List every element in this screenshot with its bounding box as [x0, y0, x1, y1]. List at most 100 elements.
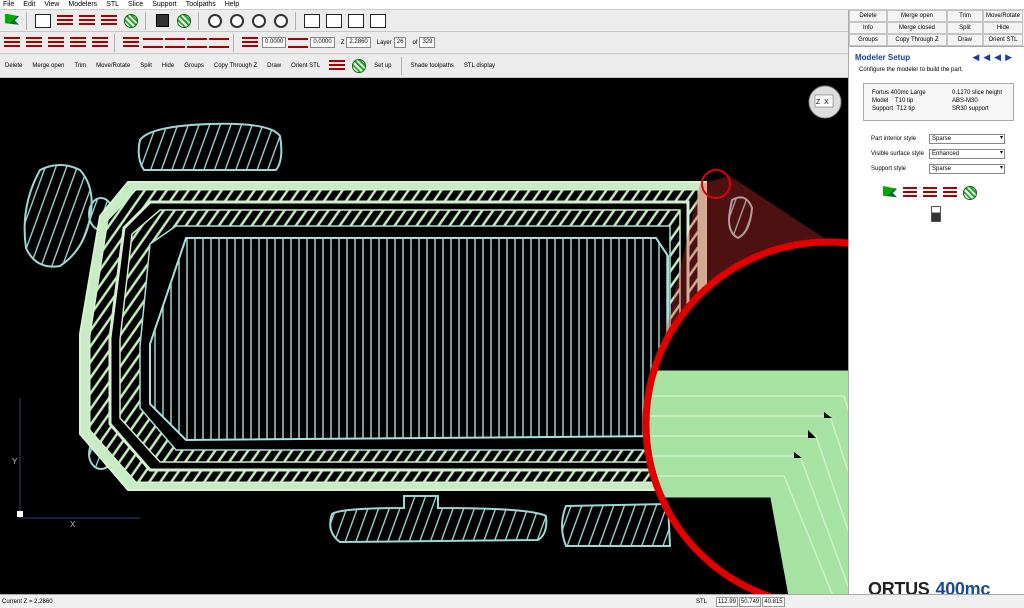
clear-button[interactable]: [327, 57, 347, 75]
menu-edit[interactable]: Edit: [23, 1, 35, 8]
copy-through-z-button[interactable]: Copy Through Z: [214, 63, 257, 69]
toolbar-separator: [198, 11, 199, 30]
first-page-icon[interactable]: ◀◀: [972, 52, 994, 62]
slice-button[interactable]: [55, 12, 75, 30]
z-field[interactable]: 2.2860: [346, 37, 371, 48]
cmd-groups[interactable]: Groups: [849, 34, 887, 46]
line-style-icon: [165, 37, 185, 48]
sparse-fill-button[interactable]: [121, 12, 141, 30]
view-side-button[interactable]: [346, 12, 366, 30]
layer-step-button[interactable]: [90, 34, 110, 52]
flag-icon[interactable]: [883, 186, 897, 200]
start-flag-button[interactable]: [2, 12, 22, 30]
setup-icon: [352, 58, 367, 73]
line-style-2-button[interactable]: [165, 34, 185, 52]
part-interior-style-select[interactable]: Sparse: [929, 133, 1005, 144]
split-button[interactable]: Split: [140, 63, 152, 69]
hide-button[interactable]: Hide: [162, 63, 174, 69]
support-style-select[interactable]: Sparse: [929, 163, 1005, 174]
toolpath-icon[interactable]: [943, 187, 957, 199]
save-toolpath-button[interactable]: [174, 12, 194, 30]
view-front-button[interactable]: [302, 12, 322, 30]
layer-up-button[interactable]: [2, 34, 22, 52]
view-top-icon: [326, 13, 342, 28]
cmd-split[interactable]: Split: [947, 22, 983, 34]
offset-x-field[interactable]: 0.0000: [262, 37, 287, 48]
menu-stl[interactable]: STL: [106, 1, 119, 8]
toolpath-button[interactable]: [99, 12, 119, 30]
menu-file[interactable]: File: [3, 1, 14, 8]
model-label: Model: [872, 98, 889, 104]
cmd-copy-through-z[interactable]: Copy Through Z: [887, 34, 947, 46]
next-page-icon[interactable]: ▶: [1005, 52, 1016, 62]
cmd-draw[interactable]: Draw: [947, 34, 983, 46]
coord-y: 50.749: [738, 596, 762, 607]
cmd-merge-open[interactable]: Merge open: [887, 10, 947, 22]
support-icon[interactable]: [923, 187, 937, 199]
stl-pencil-button[interactable]: [33, 12, 53, 30]
menu-modelers[interactable]: Modelers: [68, 1, 97, 8]
groups-button[interactable]: Groups: [184, 63, 204, 69]
cmd-trim[interactable]: Trim: [947, 10, 983, 22]
prev-page-icon[interactable]: ◀: [994, 52, 1005, 62]
support-region: [561, 502, 672, 547]
model-row: Model T10 tip: [872, 98, 952, 106]
graphics-viewport[interactable]: Y X Z X: [0, 78, 848, 594]
slice-icon[interactable]: [903, 187, 917, 199]
support-button[interactable]: [77, 12, 97, 30]
current-z-status: Current Z = 2.2860: [2, 598, 53, 605]
line-style-1-button[interactable]: [143, 34, 163, 52]
zoom-in-icon: [208, 13, 222, 28]
slice-icon: [57, 14, 73, 27]
layer-bottom-icon: [70, 36, 86, 49]
layer-step-icon: [92, 36, 108, 49]
menu-view[interactable]: View: [44, 1, 59, 8]
toolbar-separator: [26, 11, 27, 30]
menu-help[interactable]: Help: [225, 1, 239, 8]
build-icon[interactable]: [931, 206, 941, 222]
menu-slice[interactable]: Slice: [128, 1, 143, 8]
support-region: [329, 495, 548, 544]
visible-surface-style-select[interactable]: Enhanced: [929, 148, 1005, 159]
cmd-delete[interactable]: Delete: [849, 10, 887, 22]
cmd-merge-closed[interactable]: Merge closed: [887, 22, 947, 34]
zoom-out-button[interactable]: [249, 12, 269, 30]
menu-toolpaths[interactable]: Toolpaths: [186, 1, 216, 8]
setup-button[interactable]: [349, 57, 369, 75]
move-rotate-button[interactable]: Move/Rotate: [96, 63, 130, 69]
offset-y-field[interactable]: 0.0000: [310, 37, 335, 48]
stl-display-button[interactable]: STL display: [464, 63, 495, 69]
all-layers-button[interactable]: [121, 34, 141, 52]
draw-button[interactable]: Draw: [267, 63, 281, 69]
sparse-fill-icon[interactable]: [963, 186, 977, 200]
menu-support[interactable]: Support: [152, 1, 177, 8]
delete-button[interactable]: Delete: [5, 63, 22, 69]
command-grid: Delete Merge open Trim Move/Rotate Info …: [849, 10, 1024, 47]
cmd-hide[interactable]: Hide: [983, 22, 1023, 34]
cmd-move-rotate[interactable]: Move/Rotate: [983, 10, 1023, 22]
cmd-orient-stl[interactable]: Orient STL: [983, 34, 1023, 46]
line-style-3-button[interactable]: [187, 34, 207, 52]
pan-button[interactable]: [271, 12, 291, 30]
support-region: [23, 164, 93, 268]
line-style-4-button[interactable]: [209, 34, 229, 52]
layer-bottom-button[interactable]: [68, 34, 88, 52]
zoom-in-button[interactable]: [205, 12, 225, 30]
save-button[interactable]: [152, 12, 172, 30]
cmd-info[interactable]: Info: [849, 22, 887, 34]
offset-y-button[interactable]: [288, 34, 309, 52]
visible-surface-style-label: Visible surface style: [871, 150, 924, 157]
setup-label[interactable]: Set up: [374, 63, 391, 69]
view-iso-button[interactable]: [368, 12, 388, 30]
shade-toolpaths-button[interactable]: Shade toolpaths: [411, 63, 454, 69]
zoom-fit-button[interactable]: [227, 12, 247, 30]
layer-field[interactable]: 26: [393, 37, 407, 48]
process-icons: [849, 186, 1024, 200]
layer-down-button[interactable]: [24, 34, 44, 52]
orient-stl-button[interactable]: Orient STL: [291, 63, 320, 69]
view-top-button[interactable]: [324, 12, 344, 30]
trim-button[interactable]: Trim: [74, 63, 86, 69]
layer-top-button[interactable]: [46, 34, 66, 52]
merge-open-button[interactable]: Merge open: [32, 63, 64, 69]
offset-button[interactable]: [240, 34, 260, 52]
